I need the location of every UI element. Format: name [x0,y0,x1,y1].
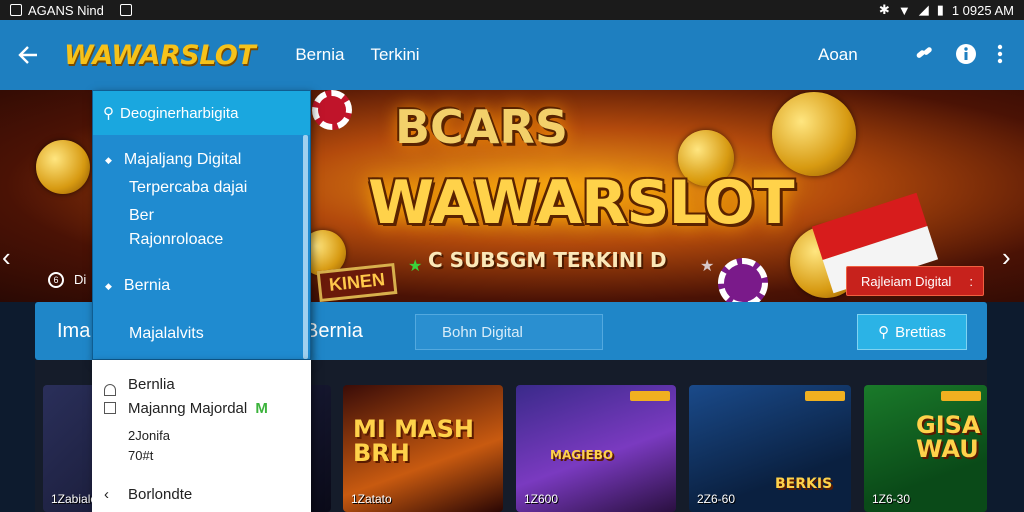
nav-link-bernia[interactable]: Bernia [295,45,344,65]
search-button[interactable]: ⚲ Brettias [857,314,967,350]
game-card[interactable]: MAGIEBO 1Z600 [516,385,676,512]
dropdown-item[interactable]: ◆ Majaljang Digital [105,151,241,169]
dropdown-search[interactable]: ⚲ Deoginerharbigita [93,91,310,135]
dropdown-item-label: Majaljang Digital [123,151,242,168]
brand-logo[interactable]: WAWARSLOT [64,40,256,71]
dropdown-menu: ⚲ Deoginerharbigita ◆ Majaljang Digital … [92,90,311,360]
dropdown-item-text[interactable]: Majalalvits [129,325,204,343]
coin-decoration [36,140,90,194]
menu-row[interactable]: Majanng Majordal M [128,400,268,417]
dropdown-item-text[interactable]: Rajonroloace [129,231,223,249]
game-card-art: MAGIEBO [550,448,614,462]
chevron-left-icon[interactable]: ‹ [104,486,109,503]
menu-row[interactable]: Borlondte [128,486,192,503]
dropdown-item-text[interactable]: Terpercaba dajai [129,179,247,197]
notification-icon-2 [119,4,132,16]
nav-link-terkini[interactable]: Terkini [370,45,419,65]
star-icon: ★ [700,258,715,275]
signal-icon: ◢ [918,2,929,17]
game-card-art: BERKIS [775,476,833,492]
game-card-id: 1Zatato [351,492,392,506]
game-card-art: MI MASH BRH [353,415,474,467]
secondary-menu: Bernlia Majanng Majordal M 2Jonifa 70#t … [92,360,311,512]
banner-logo-top: BCARS [395,100,568,154]
dropdown-item-label: Bernia [123,277,171,294]
status-left-text: AGANS Nind [28,2,104,18]
carousel-prev-icon[interactable]: ‹ [2,242,11,273]
bullet-icon: ◆ [105,280,112,291]
dropdown-scrollbar[interactable] [303,135,308,359]
category-label: Ima [57,320,91,342]
game-card-id: 2Z6-60 [697,492,736,506]
banner-tag-label: Rajleiam Digital [861,273,952,289]
notification-icon [10,4,22,16]
bullet-icon: ◆ [105,154,112,165]
small-label: Di [74,272,87,287]
checkbox-icon[interactable] [104,402,116,414]
star-icon: ★ [408,258,423,275]
menu-row-label: Majanng Majordal [128,400,248,417]
game-card-id: 1Zabiale [51,492,98,506]
banner-tag-dots: : [969,273,973,289]
search-icon: ⚲ [103,105,114,122]
category-tab-bernia[interactable]: Bernia [305,320,363,343]
status-bar: AGANS Nind ✱ ▼ ◢ ▮ 1 0925 AM [0,0,1024,20]
dropdown-item[interactable]: ◆ Bernia [105,277,170,295]
menu-row-badge: M [255,400,268,417]
banner-logo-main: WAWARSLOT [368,168,795,238]
account-link[interactable]: Aoan [818,45,858,65]
chip-decoration [718,258,768,302]
category-input[interactable]: Bohn Digital [415,314,603,350]
game-card[interactable]: GISA WAU 1Z6-30 [864,385,987,512]
home-icon [104,384,116,396]
coin-decoration [772,92,856,176]
game-card[interactable]: BERKIS 2Z6-60 [689,385,851,512]
search-button-label: Brettias [895,323,946,341]
status-time: 1 0925 AM [951,2,1014,18]
menu-row-meta: 2Jonifa [128,428,170,443]
banner-subtitle: C SUBSGM TERKINI D [428,248,667,272]
game-card-id: 1Z6-30 [872,492,911,506]
search-icon: ⚲ [878,324,890,341]
info-icon[interactable] [954,42,978,66]
game-card-art: GISA WAU [916,411,981,463]
app-bar: WAWARSLOT Bernia Terkini Aoan [0,20,1024,90]
game-card-badge [630,391,670,401]
link-icon[interactable] [912,42,936,66]
menu-row[interactable]: Bernlia [128,376,175,393]
chip-decoration [312,90,352,130]
game-card-badge [941,391,981,401]
menu-row-meta: 70#t [128,448,154,463]
game-card-badge [805,391,845,401]
bluetooth-icon: ✱ [878,2,890,17]
more-vert-icon[interactable] [988,42,1012,66]
carousel-next-icon[interactable]: › [1002,242,1011,273]
dropdown-item-text[interactable]: Ber [129,207,154,225]
back-arrow-icon[interactable] [0,20,56,90]
banner-tag-button[interactable]: Rajleiam Digital : [846,266,984,296]
battery-icon: ▮ [936,2,944,17]
wifi-icon: ▼ [897,2,911,18]
small-badge-icon: 6 [48,272,64,288]
game-card[interactable]: MI MASH BRH 1Zatato [343,385,503,512]
dropdown-search-text: Deoginerharbigita [120,104,239,122]
game-card-id: 1Z600 [524,492,559,506]
